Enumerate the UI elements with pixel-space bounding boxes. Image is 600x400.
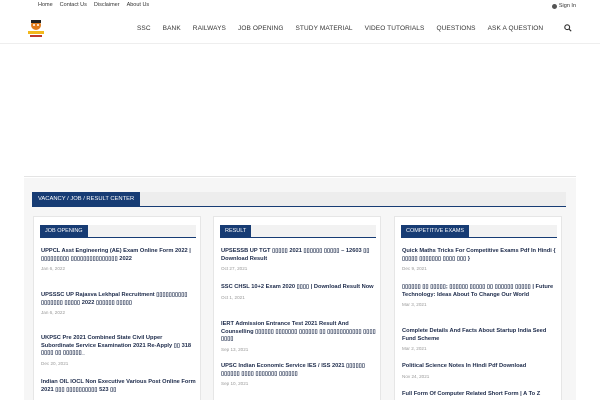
post-title[interactable]: Indian OIL IOCL Non Executive Various Po… (41, 379, 197, 394)
section-rule (32, 206, 566, 207)
ad-space (24, 44, 576, 174)
top-bar: Home Contact Us Disclaimer About Us Sign… (0, 0, 600, 14)
post-title[interactable]: UPSC Indian Economic Service IES / ISS 2… (221, 363, 377, 378)
post-date: Jan 6, 2022 (41, 310, 66, 315)
post-date: Oct 1, 2021 (221, 294, 245, 300)
main-nav: SSC BANK RAILWAYS JOB OPENING STUDY MATE… (137, 25, 543, 32)
nav-railways[interactable]: RAILWAYS (193, 25, 226, 32)
list-item[interactable]: UPPCL Asst Engineering (AE) Exam Online … (41, 248, 197, 271)
nav-ssc[interactable]: SSC (137, 25, 151, 32)
column-title[interactable]: RESULT (220, 225, 252, 237)
list-item[interactable]: Political Science Notes In Hindi Pdf Dow… (402, 363, 558, 379)
column-rule (40, 237, 196, 238)
site-header: SSC BANK RAILWAYS JOB OPENING STUDY MATE… (0, 14, 600, 44)
nav-bank[interactable]: BANK (163, 25, 181, 32)
post-date: Nov 24, 2021 (402, 373, 430, 379)
post-date: Jan 6, 2022 (41, 266, 66, 271)
column-title[interactable]: COMPETITIVE EXAMS (401, 225, 470, 237)
post-date: Dec 20, 2021 (41, 360, 69, 366)
post-title[interactable]: SSC CHSL 10+2 Exam 2020 ▯▯▯▯ | Download … (221, 284, 377, 292)
divider (24, 176, 576, 177)
signin-link[interactable]: Sign In (551, 3, 576, 9)
main-content: VACANCY / JOB / RESULT CENTER JOB OPENIN… (24, 178, 576, 400)
user-icon (551, 3, 557, 9)
post-title[interactable]: UKPSC Pre 2021 Combined State Civil Uppe… (41, 335, 197, 358)
post-date: Oct 27, 2021 (221, 266, 248, 271)
post-title[interactable]: Full Form Of Computer Related Short Form… (402, 391, 558, 399)
top-link-home[interactable]: Home (38, 2, 53, 8)
post-date: Sep 10, 2021 (221, 381, 249, 386)
column-result: RESULT UPSESSB UP TGT ▯▯▯▯▯ 2021 ▯▯▯▯▯▯ … (213, 216, 381, 400)
nav-study-material[interactable]: STUDY MATERIAL (296, 25, 353, 32)
list-item[interactable]: UPSC Indian Economic Service IES / ISS 2… (221, 363, 377, 386)
column-header: JOB OPENING (40, 225, 196, 238)
post-title[interactable]: Quick Maths Tricks For Competitive Exams… (402, 248, 558, 263)
column-header: RESULT (220, 225, 376, 238)
post-title[interactable]: UPSESSB UP TGT ▯▯▯▯▯ 2021 ▯▯▯▯▯▯ ▯▯▯▯▯ –… (221, 248, 377, 263)
column-rule (220, 237, 376, 238)
top-links: Home Contact Us Disclaimer About Us (38, 2, 149, 8)
post-title[interactable]: Complete Details And Facts About Startup… (402, 328, 558, 343)
list-item[interactable]: Quick Maths Tricks For Competitive Exams… (402, 248, 558, 271)
post-date: Dec 9, 2021 (402, 266, 427, 271)
list-item[interactable]: ▯▯▯▯▯▯ ▯▯ ▯▯▯▯▯; ▯▯▯▯▯▯ ▯▯▯▯▯ ▯▯ ▯▯▯▯▯▯ … (402, 284, 558, 307)
top-link-about[interactable]: About Us (127, 2, 150, 8)
nav-ask-question[interactable]: ASK A QUESTION (488, 25, 544, 32)
post-title[interactable]: UPPCL Asst Engineering (AE) Exam Online … (41, 248, 197, 263)
column-competitive-exams: COMPETITIVE EXAMS Quick Maths Tricks For… (394, 216, 562, 400)
site-logo[interactable] (24, 16, 48, 40)
post-title[interactable]: Political Science Notes In Hindi Pdf Dow… (402, 363, 558, 371)
list-item[interactable]: UPSESSB UP TGT ▯▯▯▯▯ 2021 ▯▯▯▯▯▯ ▯▯▯▯▯ –… (221, 248, 377, 271)
column-header: COMPETITIVE EXAMS (401, 225, 557, 238)
list-item[interactable]: SSC CHSL 10+2 Exam 2020 ▯▯▯▯ | Download … (221, 284, 377, 300)
post-date: Mar 3, 2021 (402, 302, 427, 307)
section-title[interactable]: VACANCY / JOB / RESULT CENTER (32, 192, 141, 206)
list-item[interactable]: Full Form Of Computer Related Short Form… (402, 391, 558, 400)
column-rule (401, 237, 557, 238)
list-item[interactable]: UPSSSC UP Rajasva Lekhpal Recruitment ▯▯… (41, 292, 197, 315)
nav-questions[interactable]: QUESTIONS (436, 25, 475, 32)
top-link-contact[interactable]: Contact Us (60, 2, 87, 8)
post-date: Mar 2, 2021 (402, 346, 427, 351)
post-date: Sep 13, 2021 (221, 346, 249, 352)
post-title[interactable]: UPSSSC UP Rajasva Lekhpal Recruitment ▯▯… (41, 292, 197, 307)
list-item[interactable]: UKPSC Pre 2021 Combined State Civil Uppe… (41, 335, 197, 366)
column-title[interactable]: JOB OPENING (40, 225, 88, 237)
list-item[interactable]: IERT Admission Entrance Test 2021 Result… (221, 321, 377, 352)
list-item[interactable]: Indian OIL IOCL Non Executive Various Po… (41, 379, 197, 397)
top-link-disclaimer[interactable]: Disclaimer (94, 2, 120, 8)
search-icon[interactable] (564, 24, 572, 32)
column-job-opening: JOB OPENING UPPCL Asst Engineering (AE) … (33, 216, 201, 400)
nav-video-tutorials[interactable]: VIDEO TUTORIALS (365, 25, 425, 32)
section-header: VACANCY / JOB / RESULT CENTER (32, 192, 566, 207)
post-title[interactable]: ▯▯▯▯▯▯ ▯▯ ▯▯▯▯▯; ▯▯▯▯▯▯ ▯▯▯▯▯ ▯▯ ▯▯▯▯▯▯ … (402, 284, 558, 299)
list-item[interactable]: Complete Details And Facts About Startup… (402, 328, 558, 351)
signin-label: Sign In (558, 3, 576, 9)
post-title[interactable]: IERT Admission Entrance Test 2021 Result… (221, 321, 377, 344)
nav-job-opening[interactable]: JOB OPENING (238, 25, 284, 32)
